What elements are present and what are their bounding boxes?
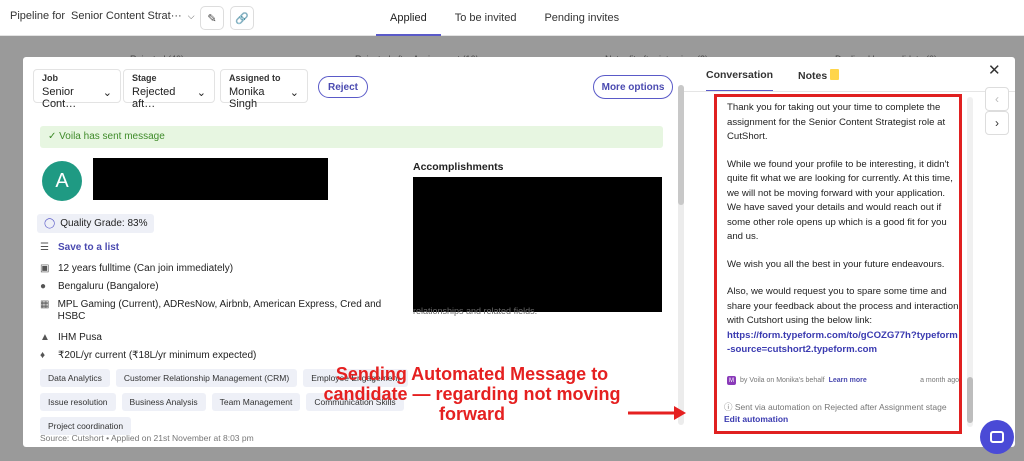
chevron-right-icon: ›	[995, 116, 999, 130]
job-select-value: Senior Cont…	[42, 86, 77, 110]
message-paragraph: While we found your profile to be intere…	[727, 158, 953, 243]
skill-chip: Team Management	[211, 393, 301, 411]
tab-divider	[684, 91, 1015, 92]
previous-candidate-button[interactable]: ‹	[985, 87, 1009, 111]
pencil-icon: ✎	[207, 12, 217, 25]
skill-chip: Issue resolution	[40, 393, 116, 411]
experience-row: ▣ 12 years fulltime (Can join immediatel…	[40, 263, 233, 274]
assigned-select-value: Monika Singh	[229, 86, 265, 110]
tab-notes[interactable]: Notes	[798, 69, 840, 82]
automated-message-highlight: Thank you for taking out your time to co…	[714, 94, 962, 434]
message-paragraph: We wish you all the best in your future …	[727, 258, 945, 270]
tab-conversation[interactable]: Conversation	[706, 69, 774, 92]
sent-message-text: Voila has sent message	[59, 131, 165, 142]
edit-pipeline-button[interactable]: ✎	[200, 6, 224, 30]
education-text: IHM Pusa	[58, 332, 102, 343]
accomplishments-text: relationships and related fields.	[413, 306, 538, 316]
briefcase-icon: ▣	[40, 263, 50, 274]
annotation-label: Sending Automated Message to candidate —…	[323, 364, 621, 424]
chevron-down-icon: ⌄	[102, 87, 112, 99]
source-info: Source: Cutshort • Applied on 21st Novem…	[40, 433, 254, 443]
pipeline-tabs: Applied To be invited Pending invites	[376, 0, 633, 36]
chevron-down-icon: ⌄	[196, 87, 206, 99]
redacted-name	[93, 158, 328, 200]
save-to-list-label: Save to a list	[58, 242, 120, 253]
assigned-select[interactable]: Assigned to Monika Singh ⌄	[220, 69, 308, 110]
chevron-down-icon: ⌵	[187, 10, 195, 21]
quality-grade-badge: ◯ Quality Grade: 83%	[37, 214, 155, 233]
reject-button[interactable]: Reject	[318, 76, 368, 98]
sent-message-banner: ✓ Voila has sent message	[40, 126, 663, 148]
tab-pending-invites[interactable]: Pending invites	[530, 0, 633, 36]
automation-text: Sent via automation on Rejected after As…	[734, 402, 947, 412]
skill-chip: Data Analytics	[40, 369, 110, 387]
graduation-cap-icon: ▲	[40, 332, 50, 343]
tab-notes-label: Notes	[798, 70, 828, 82]
skill-chip: Business Analysis	[121, 393, 206, 411]
experience-text: 12 years fulltime (Can join immediately)	[58, 263, 234, 274]
next-candidate-button[interactable]: ›	[985, 111, 1009, 135]
job-select-label: Job	[42, 73, 59, 83]
note-icon	[830, 69, 840, 80]
tab-applied[interactable]: Applied	[376, 0, 441, 36]
chevron-left-icon: ‹	[995, 92, 999, 106]
money-icon: ♦	[40, 350, 46, 361]
top-bar: Pipeline for Senior Content Strat··· ⌵ ✎…	[0, 0, 1024, 36]
conversation-pane: Conversation Notes Thank you for taking …	[684, 57, 1015, 447]
tab-to-be-invited[interactable]: To be invited	[441, 0, 531, 36]
chat-icon	[990, 431, 1004, 443]
check-circle-icon: ◯	[44, 218, 56, 229]
building-icon: ▦	[40, 299, 50, 310]
message-sender: by Voila on Monika's behalf	[740, 377, 825, 384]
companies-text: MPL Gaming (Current), ADResNow, Airbnb, …	[57, 299, 382, 322]
message-meta: M by Voila on Monika's behalf Learn more…	[727, 376, 959, 385]
learn-more-link[interactable]: Learn more	[829, 377, 867, 384]
list-icon: ☰	[40, 242, 49, 253]
edit-automation-link[interactable]: Edit automation	[724, 414, 788, 424]
assigned-select-label: Assigned to	[229, 73, 281, 83]
stage-select-label: Stage	[132, 73, 157, 83]
salary-row: ♦ ₹20L/yr current (₹18L/yr minimum expec…	[40, 350, 256, 361]
voila-avatar-icon: M	[727, 376, 736, 385]
feedback-link[interactable]: https://form.typeform.com/to/gCOZG77h?ty…	[727, 329, 959, 358]
location-row: ● Bengaluru (Bangalore)	[40, 281, 159, 292]
companies-row: ▦ MPL Gaming (Current), ADResNow, Airbnb…	[40, 299, 400, 323]
chat-support-button[interactable]	[980, 420, 1014, 454]
chevron-down-icon: ⌄	[289, 87, 299, 99]
close-icon[interactable]: ✕	[988, 61, 1001, 79]
link-icon: 🔗	[235, 12, 249, 25]
accomplishments-title: Accomplishments	[413, 161, 504, 173]
save-to-list-link[interactable]: ☰ Save to a list	[40, 242, 119, 253]
automation-note: ⓘ Sent via automation on Rejected after …	[724, 401, 959, 425]
redacted-accomplishments	[413, 177, 662, 312]
more-options-button[interactable]: More options	[593, 75, 673, 99]
stage-select-value: Rejected aft…	[132, 86, 176, 110]
skill-chip: Customer Relationship Management (CRM)	[115, 369, 298, 387]
job-select[interactable]: Job Senior Cont… ⌄	[33, 69, 121, 110]
pipeline-name: Senior Content Strat···	[71, 10, 182, 22]
pipeline-selector[interactable]: Pipeline for Senior Content Strat··· ⌵	[10, 10, 195, 22]
message-paragraph: Thank you for taking out your time to co…	[727, 102, 946, 142]
location-text: Bengaluru (Bangalore)	[58, 281, 159, 292]
conversation-scrollbar[interactable]	[967, 97, 973, 427]
education-row: ▲ IHM Pusa	[40, 332, 102, 343]
stage-select[interactable]: Stage Rejected aft… ⌄	[123, 69, 215, 110]
check-icon: ✓	[48, 131, 57, 142]
message-time: a month ago	[920, 377, 959, 384]
info-icon: ⓘ	[724, 402, 733, 412]
quality-grade-text: Quality Grade: 83%	[60, 218, 148, 229]
message-body: Thank you for taking out your time to co…	[727, 101, 959, 358]
location-pin-icon: ●	[40, 281, 47, 292]
copy-link-button[interactable]: 🔗	[230, 6, 254, 30]
scrollbar-thumb[interactable]	[967, 377, 973, 423]
salary-text: ₹20L/yr current (₹18L/yr minimum expecte…	[58, 350, 257, 361]
annotation-arrow-icon	[628, 406, 686, 420]
message-paragraph: Also, we would request you to spare some…	[727, 286, 959, 326]
pipeline-prefix: Pipeline for	[10, 10, 66, 22]
avatar: A	[42, 161, 82, 201]
